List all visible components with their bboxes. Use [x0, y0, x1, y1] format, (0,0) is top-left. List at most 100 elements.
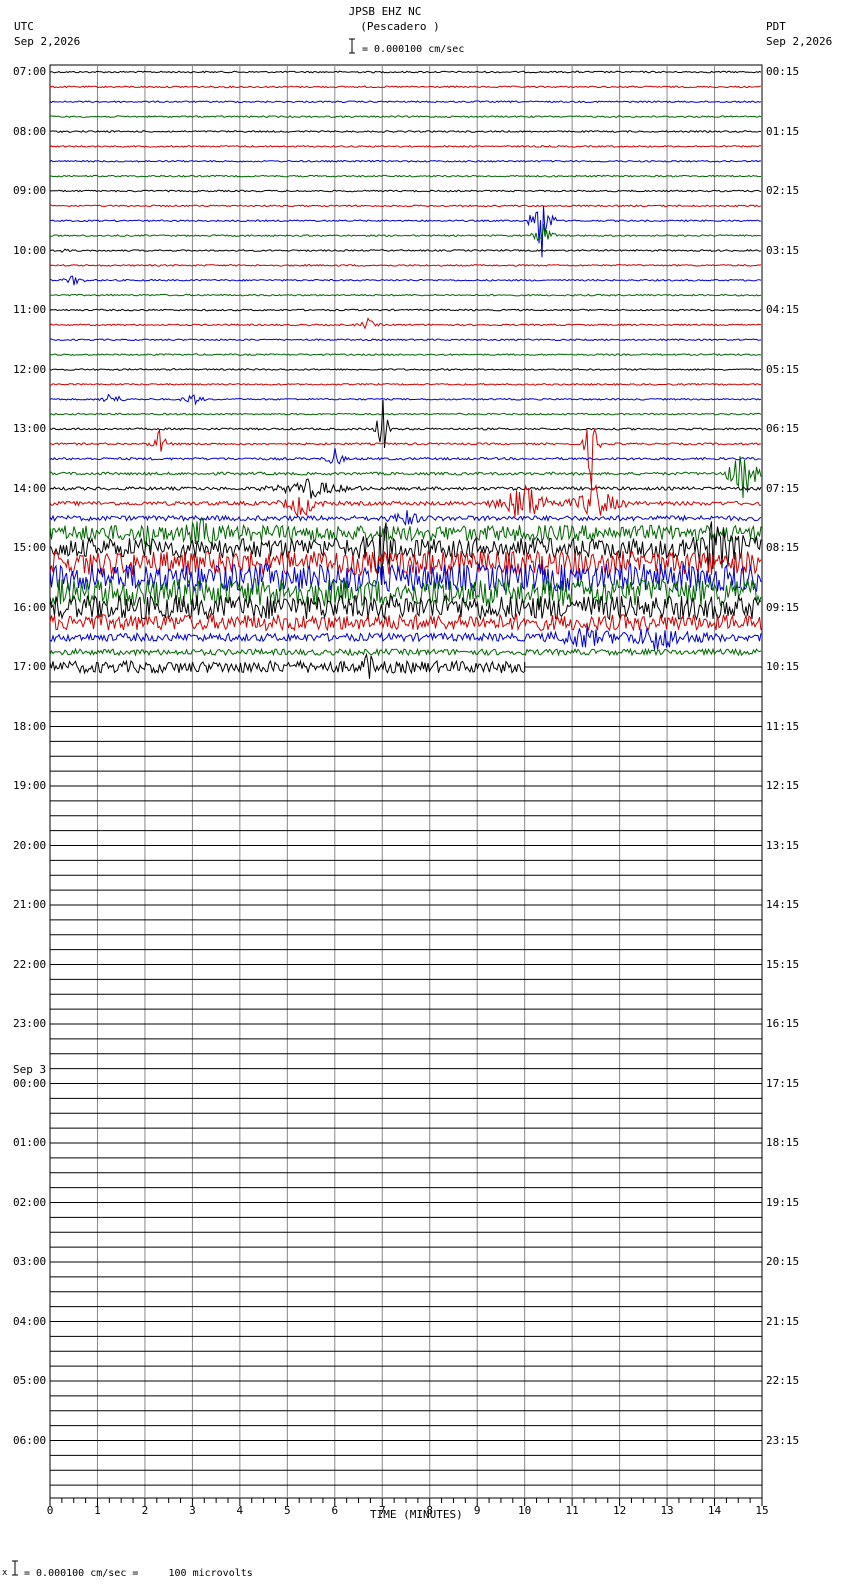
footer-scale-label: = 0.000100 cm/sec = 100 microvolts [24, 1568, 253, 1579]
pdt-hour-label: 14:15 [766, 898, 800, 911]
trace-row [49, 263, 762, 267]
trace-row [49, 205, 762, 258]
pdt-hour-label: 11:15 [766, 719, 800, 733]
pdt-hour-label: 16:15 [766, 1017, 800, 1030]
utc-hour-label: 16:00 [13, 600, 47, 614]
utc-hour-label: 13:00 [13, 422, 47, 435]
trace-row [49, 144, 761, 148]
trace-row [49, 338, 762, 342]
seismogram-plot: 0 1 2 3 4 5 6 7 8 9 10 11 12 13 14 15 [47, 64, 769, 1517]
utc-hour-label: 08:00 [13, 124, 47, 138]
pdt-hour-label: 20:15 [766, 1255, 800, 1268]
utc-hour-label: 19:00 [13, 779, 47, 792]
trace-row [49, 308, 762, 312]
pdt-hour-label: 07:15 [766, 481, 800, 495]
pdt-hour-label: 05:15 [766, 362, 800, 376]
x-tick-label: 4 [237, 1504, 244, 1517]
pdt-hour-label: 02:15 [766, 184, 800, 197]
x-tick-label: 3 [189, 1504, 196, 1517]
trace-row [49, 382, 762, 386]
trace-row [49, 393, 762, 406]
x-tick-label: 1 [94, 1504, 101, 1517]
x-tick-label: 5 [284, 1504, 291, 1517]
trace-row [49, 223, 762, 242]
x-tick-label: 9 [474, 1504, 481, 1517]
pdt-hour-label: 18:15 [766, 1136, 800, 1149]
utc-hour-label: 00:00 [13, 1076, 47, 1090]
footer-prefix: x [2, 1568, 8, 1578]
x-tick-label: 14 [708, 1504, 722, 1517]
trace-row [49, 647, 762, 657]
utc-hour-label: 17:00 [13, 660, 47, 673]
utc-hour-label: 06:00 [13, 1433, 47, 1447]
x-tick-label: 12 [613, 1504, 626, 1517]
x-tick-label: 11 [566, 1504, 579, 1517]
pdt-hour-label: 19:15 [766, 1195, 800, 1209]
trace-row [50, 204, 762, 208]
utc-hour-label: 12:00 [13, 362, 47, 376]
utc-hour-label: 20:00 [13, 838, 47, 852]
pdt-hour-label: 00:15 [766, 65, 800, 78]
utc-hour-label: 22:00 [13, 957, 47, 971]
pdt-hour-label: 23:15 [766, 1433, 800, 1447]
trace-row [49, 510, 762, 526]
utc-hour-label: 02:00 [13, 1195, 47, 1209]
trace-row [49, 275, 762, 286]
trace-row [49, 478, 762, 499]
pdt-hour-label: 10:15 [766, 660, 800, 673]
x-tick-label: 6 [331, 1504, 338, 1517]
pdt-hour-label: 03:15 [766, 243, 800, 257]
x-tick-label: 2 [142, 1504, 149, 1517]
utc-hour-label: 18:00 [13, 719, 47, 733]
trace-row [49, 626, 762, 650]
x-axis-title: TIME (MINUTES) [370, 1508, 463, 1521]
trace-row [49, 448, 762, 465]
trace-row [49, 428, 761, 487]
trace-row [49, 85, 762, 89]
pdt-hour-label: 15:15 [766, 957, 800, 971]
trace-row [49, 189, 762, 193]
pdt-hour-label: 04:15 [766, 303, 800, 316]
pdt-hour-label: 22:15 [766, 1374, 800, 1387]
utc-hour-label: 11:00 [13, 303, 47, 316]
utc-hour-label: 04:00 [13, 1314, 47, 1328]
trace-row [49, 353, 762, 357]
utc-hour-label: 15:00 [13, 541, 47, 554]
trace-row [49, 130, 762, 133]
trace-row [49, 594, 762, 621]
date-change-label: Sep 3 [13, 1062, 47, 1076]
utc-hour-label: 14:00 [13, 481, 47, 495]
trace-row [49, 612, 762, 632]
trace-row [49, 100, 762, 104]
utc-hour-label: 07:00 [13, 65, 47, 78]
trace-row [49, 293, 762, 297]
x-tick-label: 13 [660, 1504, 673, 1517]
trace-row [49, 174, 762, 178]
utc-hour-label: 21:00 [13, 898, 47, 911]
pdt-hour-label: 13:15 [766, 838, 800, 852]
utc-hour-label: 10:00 [13, 243, 47, 257]
pdt-hour-label: 17:15 [766, 1076, 800, 1090]
pdt-hour-label: 08:15 [766, 541, 800, 554]
trace-row [49, 70, 762, 74]
pdt-hour-label: 21:15 [766, 1314, 800, 1328]
trace-row [49, 248, 762, 254]
pdt-hour-label: 01:15 [766, 124, 800, 138]
trace-row [49, 115, 762, 119]
utc-hour-label: 03:00 [13, 1255, 47, 1268]
utc-hour-label: 23:00 [13, 1017, 47, 1030]
trace-row [49, 456, 762, 499]
footer-scale-icon [11, 1560, 19, 1576]
trace-row [49, 412, 762, 416]
utc-hour-label: 09:00 [13, 184, 47, 197]
pdt-hour-label: 12:15 [766, 779, 800, 792]
x-tick-label: 10 [518, 1504, 531, 1517]
utc-hour-label: 05:00 [13, 1374, 47, 1387]
pdt-hour-label: 09:15 [766, 600, 800, 614]
x-tick-label: 0 [47, 1504, 54, 1517]
utc-hour-label: 01:00 [13, 1136, 47, 1149]
trace-group [49, 70, 762, 679]
trace-row [49, 317, 762, 330]
pdt-hour-label: 06:15 [766, 422, 800, 435]
x-tick-label: 15 [755, 1504, 768, 1517]
